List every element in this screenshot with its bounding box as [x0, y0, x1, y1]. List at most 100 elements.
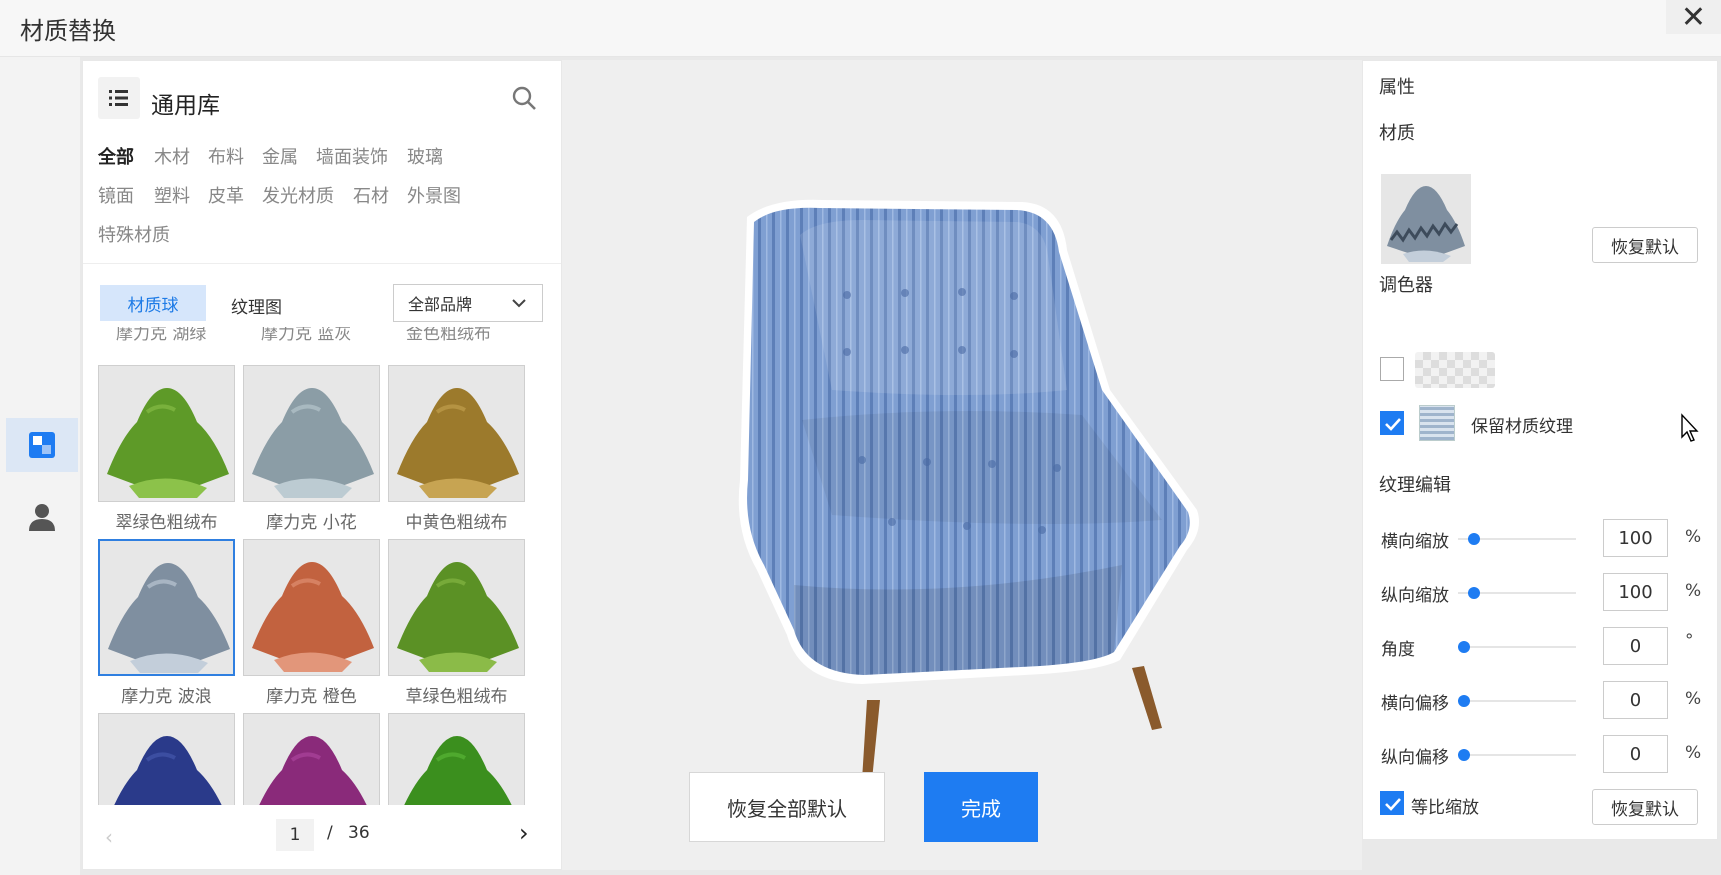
material-replace-window: 材质替换 ✕ 通用库 全部 木材 布料 金属 墙面装饰 玻璃 镜面 塑料 皮革 …	[0, 0, 1721, 875]
prev-page-button[interactable]: ‹	[105, 825, 113, 849]
h-offset-slider-knob[interactable]	[1458, 695, 1470, 707]
category-glow[interactable]: 发光材质	[262, 182, 334, 208]
v-offset-unit: %	[1685, 743, 1702, 763]
v-scale-label: 纵向缩放	[1381, 586, 1449, 606]
category-glass[interactable]: 玻璃	[407, 143, 443, 169]
rail-material-button[interactable]	[6, 418, 78, 472]
material-tile[interactable]	[388, 365, 525, 502]
material-ball-image	[100, 541, 233, 674]
tile-label: 金色粗绒布	[406, 327, 491, 344]
window-title: 材质替换	[20, 17, 116, 45]
keep-texture-label: 保留材质纹理	[1471, 417, 1573, 437]
reset-texture-button[interactable]: 恢复默认	[1592, 789, 1698, 825]
material-ball-image	[389, 714, 524, 805]
material-tile[interactable]	[243, 539, 380, 676]
material-ball-image	[389, 366, 524, 501]
category-metal[interactable]: 金属	[262, 143, 298, 169]
v-offset-slider[interactable]	[1458, 754, 1576, 756]
material-tile[interactable]	[98, 539, 235, 676]
keep-texture-checkbox[interactable]	[1380, 411, 1404, 435]
angle-slider-knob[interactable]	[1458, 641, 1470, 653]
category-all[interactable]: 全部	[98, 143, 134, 169]
tile-label: 中黄色粗绒布	[405, 513, 508, 533]
proportional-label: 等比缩放	[1411, 798, 1479, 818]
v-scale-input[interactable]: 100	[1603, 573, 1668, 611]
close-icon: ✕	[1680, 0, 1707, 35]
material-tile[interactable]	[388, 539, 525, 676]
texture-swatch[interactable]	[1419, 405, 1455, 441]
search-button[interactable]	[511, 85, 537, 115]
h-scale-label: 横向缩放	[1381, 532, 1449, 552]
current-page[interactable]: 1	[276, 819, 314, 851]
library-menu-button[interactable]	[98, 77, 140, 119]
reset-all-button[interactable]: 恢复全部默认	[689, 772, 885, 842]
proportional-checkbox[interactable]	[1380, 791, 1404, 815]
search-icon	[512, 86, 536, 110]
palette-checkbox[interactable]	[1380, 357, 1404, 381]
material-tile[interactable]	[388, 713, 525, 805]
material-tile[interactable]	[243, 365, 380, 502]
title-bar: 材质替换 ✕	[0, 0, 1721, 57]
category-exterior[interactable]: 外景图	[407, 182, 461, 208]
v-offset-input[interactable]: 0	[1603, 735, 1668, 773]
material-tile[interactable]	[98, 713, 235, 805]
done-button[interactable]: 完成	[924, 772, 1038, 842]
material-tile[interactable]	[98, 365, 235, 502]
3d-viewport[interactable]	[562, 60, 1362, 870]
category-fabric[interactable]: 布料	[208, 143, 244, 169]
category-leather[interactable]: 皮革	[208, 182, 244, 208]
properties-title: 属性	[1379, 77, 1415, 98]
category-wall-decor[interactable]: 墙面装饰	[316, 143, 388, 169]
angle-unit: °	[1685, 631, 1694, 651]
material-ball-image	[389, 540, 524, 675]
v-offset-label: 纵向偏移	[1381, 748, 1449, 768]
properties-panel: 属性 材质 恢复默认 调色器 保留材质纹理 纹理编辑 横向缩放 100 % 纵向…	[1362, 60, 1718, 840]
chevron-down-icon	[512, 299, 526, 308]
material-ball-image	[244, 714, 379, 805]
tile-label: 摩力克 湖绿	[116, 327, 207, 344]
category-stone[interactable]: 石材	[353, 182, 389, 208]
palette-heading: 调色器	[1379, 275, 1433, 296]
tile-label: 摩力克 蓝灰	[261, 327, 352, 344]
material-grid: 摩力克 湖绿 摩力克 蓝灰 金色粗绒布 翠绿色粗绒布 摩力克 小花 中黄色粗绒布 摩力克 波…	[83, 327, 561, 805]
h-scale-input[interactable]: 100	[1603, 519, 1668, 557]
close-button[interactable]: ✕	[1666, 0, 1721, 35]
material-heading: 材质	[1379, 123, 1415, 144]
material-icon	[29, 432, 55, 458]
next-page-button[interactable]: ›	[519, 819, 529, 847]
color-swatch[interactable]	[1415, 352, 1495, 388]
category-plastic[interactable]: 塑料	[154, 182, 190, 208]
category-mirror[interactable]: 镜面	[98, 182, 134, 208]
tile-label: 摩力克 小花	[266, 513, 357, 533]
mouse-pointer-icon	[1681, 413, 1699, 442]
tile-label: 草绿色粗绒布	[405, 687, 508, 707]
angle-slider[interactable]	[1458, 646, 1576, 648]
checkmark-icon	[1385, 798, 1401, 811]
brand-filter-select[interactable]: 全部品牌	[393, 284, 543, 322]
material-ball-image	[244, 540, 379, 675]
v-scale-unit: %	[1685, 581, 1702, 601]
tile-label: 摩力克 橙色	[266, 687, 357, 707]
h-scale-unit: %	[1685, 527, 1702, 547]
tab-material-balls[interactable]: 材质球	[100, 285, 206, 321]
material-preview-image	[1381, 174, 1471, 264]
h-offset-slider[interactable]	[1458, 700, 1576, 702]
category-wood[interactable]: 木材	[154, 143, 190, 169]
h-offset-label: 横向偏移	[1381, 694, 1449, 714]
current-material-thumbnail	[1381, 174, 1471, 264]
h-scale-slider-knob[interactable]	[1468, 533, 1480, 545]
material-tile[interactable]	[243, 713, 380, 805]
tab-texture-maps[interactable]: 纹理图	[231, 293, 282, 318]
library-title: 通用库	[151, 93, 220, 119]
rail-user-button[interactable]	[6, 490, 78, 544]
texture-edit-heading: 纹理编辑	[1379, 475, 1451, 496]
reset-material-button[interactable]: 恢复默认	[1592, 227, 1698, 263]
library-panel: 通用库 全部 木材 布料 金属 墙面装饰 玻璃 镜面 塑料 皮革 发光材质 石材…	[82, 60, 562, 870]
v-offset-slider-knob[interactable]	[1458, 749, 1470, 761]
tile-label: 翠绿色粗绒布	[115, 513, 218, 533]
category-special[interactable]: 特殊材质	[98, 221, 170, 247]
angle-label: 角度	[1381, 640, 1415, 660]
v-scale-slider-knob[interactable]	[1468, 587, 1480, 599]
h-offset-input[interactable]: 0	[1603, 681, 1668, 719]
angle-input[interactable]: 0	[1603, 627, 1668, 665]
